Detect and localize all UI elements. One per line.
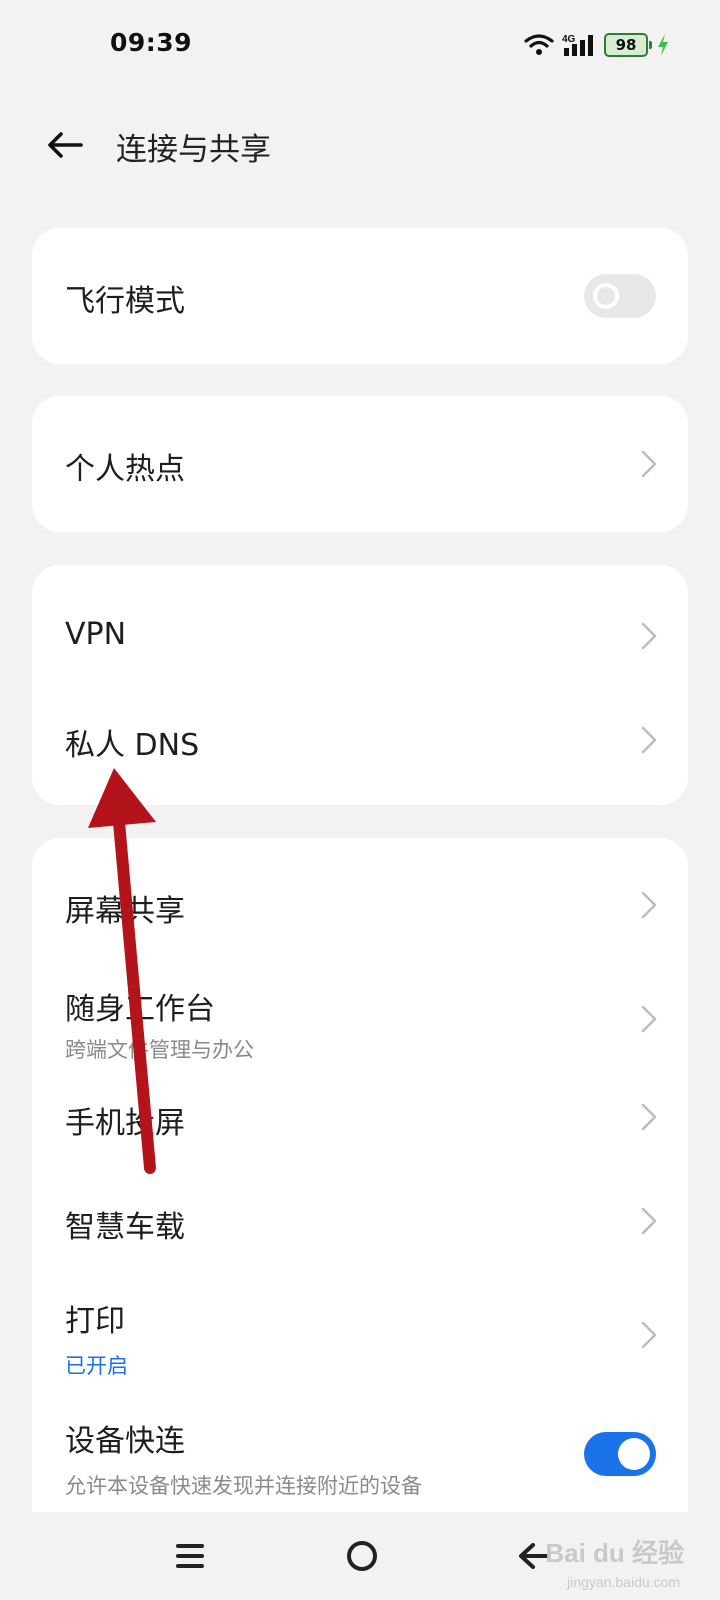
svg-text:4G: 4G — [562, 34, 576, 45]
row-vpn[interactable]: VPN — [32, 565, 688, 675]
row-private-dns[interactable]: 私人 DNS — [32, 675, 688, 805]
toggle-knob — [618, 1438, 650, 1470]
wifi-icon — [524, 34, 554, 55]
row-label-vpn: VPN — [65, 617, 127, 652]
status-bar: 09:39 4G 98 — [0, 0, 720, 92]
page-title: 连接与共享 — [116, 132, 271, 168]
row-airplane-mode[interactable]: 飞行模式 — [32, 228, 688, 364]
row-label-airplane: 飞行模式 — [65, 284, 185, 319]
row-mobile-workbench[interactable]: 随身工作台 跨端文件管理与办公 — [32, 948, 688, 1074]
row-smart-car[interactable]: 智慧车载 — [32, 1174, 688, 1284]
arrow-left-icon — [48, 132, 83, 158]
chevron-right-icon — [641, 622, 657, 650]
row-label-quick-connect: 设备快连 — [65, 1424, 185, 1459]
row-device-quick-connect[interactable]: 设备快连 允许本设备快速发现并连接附近的设备 — [32, 1404, 688, 1518]
row-sub-print-status: 已开启 — [65, 1354, 128, 1378]
signal-4g-icon: 4G — [562, 34, 593, 56]
row-phone-cast[interactable]: 手机投屏 — [32, 1074, 688, 1174]
top-bar: 连接与共享 — [0, 110, 720, 180]
row-label-workbench: 随身工作台 — [65, 992, 215, 1027]
home-button[interactable] — [332, 1526, 392, 1586]
status-time: 09:39 — [110, 28, 193, 57]
row-print[interactable]: 打印 已开启 — [32, 1284, 688, 1404]
row-label-dns: 私人 DNS — [65, 728, 200, 763]
chevron-right-icon — [641, 1207, 657, 1235]
home-circle-icon — [347, 1541, 377, 1571]
charging-icon — [658, 34, 668, 56]
battery-level: 98 — [615, 36, 637, 54]
chevron-right-icon — [641, 1103, 657, 1131]
battery-icon: 98 — [604, 33, 652, 57]
row-screen-share[interactable]: 屏幕共享 — [32, 838, 688, 948]
device-quick-connect-toggle[interactable] — [584, 1432, 656, 1476]
row-label-car: 智慧车载 — [65, 1210, 185, 1245]
row-sub-quick-connect: 允许本设备快速发现并连接附近的设备 — [65, 1474, 422, 1498]
card-sharing: 屏幕共享 随身工作台 跨端文件管理与办公 手机投屏 智慧车载 打印 已开启 设备… — [32, 838, 688, 1518]
row-label-screen-share: 屏幕共享 — [65, 894, 185, 929]
card-vpn-dns: VPN 私人 DNS — [32, 565, 688, 805]
watermark-url: jingyan.baidu.com — [567, 1574, 680, 1590]
card-airplane: 飞行模式 — [32, 228, 688, 364]
back-button[interactable] — [40, 122, 90, 168]
row-label-cast: 手机投屏 — [65, 1106, 185, 1141]
card-hotspot: 个人热点 — [32, 396, 688, 532]
chevron-right-icon — [641, 450, 657, 478]
status-icons: 4G 98 — [524, 30, 670, 60]
row-label-hotspot: 个人热点 — [65, 452, 185, 487]
menu-icon — [176, 1544, 204, 1568]
chevron-right-icon — [641, 1005, 657, 1033]
watermark-logo: Bai du 经验 — [545, 1538, 684, 1568]
toggle-knob — [593, 283, 619, 309]
chevron-right-icon — [641, 1321, 657, 1349]
airplane-mode-toggle[interactable] — [584, 274, 656, 318]
chevron-right-icon — [641, 891, 657, 919]
row-sub-workbench: 跨端文件管理与办公 — [65, 1038, 254, 1062]
row-label-print: 打印 — [65, 1304, 125, 1339]
chevron-right-icon — [641, 726, 657, 754]
row-personal-hotspot[interactable]: 个人热点 — [32, 396, 688, 532]
menu-button[interactable] — [160, 1526, 220, 1586]
